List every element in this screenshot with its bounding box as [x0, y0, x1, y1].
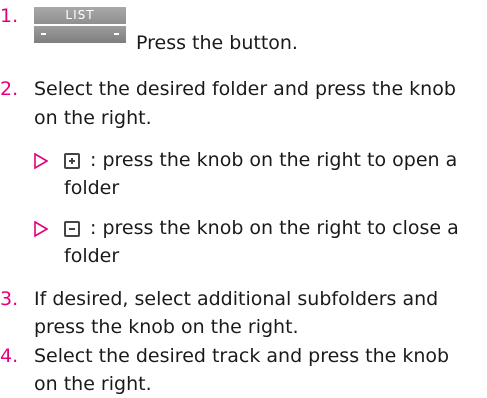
bullet-arrow-icon	[34, 220, 49, 238]
dash-left-icon	[41, 33, 46, 35]
list-button-graphic: LIST	[34, 7, 126, 43]
bullet-arrow-icon	[34, 152, 49, 170]
step-1-text: Press the button.	[136, 32, 298, 54]
bullet-close-text-line-2: folder	[64, 245, 120, 267]
step-4-number: 4.	[0, 345, 19, 367]
list-button-base	[34, 26, 126, 43]
list-button-label: LIST	[34, 7, 126, 24]
step-1-number: 1.	[0, 5, 19, 27]
minus-box-icon	[64, 221, 80, 237]
bullet-open-text-line-2: folder	[64, 177, 120, 199]
bullet-open-text-line-1: : press the knob on the right to open a	[90, 149, 458, 171]
dash-right-icon	[114, 33, 119, 35]
step-4-text-line-2: on the right.	[34, 373, 152, 395]
instruction-page: 1. LIST Press the button. 2. Select the …	[0, 0, 487, 395]
step-2-number: 2.	[0, 78, 19, 100]
step-3-text-line-2: press the knob on the right.	[34, 316, 299, 338]
step-3-text-line-1: If desired, select additional subfolders…	[34, 288, 439, 310]
bullet-close-text-line-1: : press the knob on the right to close a	[90, 217, 459, 239]
step-2-text-line-1: Select the desired folder and press the …	[34, 78, 456, 100]
plus-box-icon	[64, 153, 80, 169]
step-4-text-line-1: Select the desired track and press the k…	[34, 345, 450, 367]
step-2-text-line-2: on the right.	[34, 107, 152, 129]
step-3-number: 3.	[0, 288, 19, 310]
